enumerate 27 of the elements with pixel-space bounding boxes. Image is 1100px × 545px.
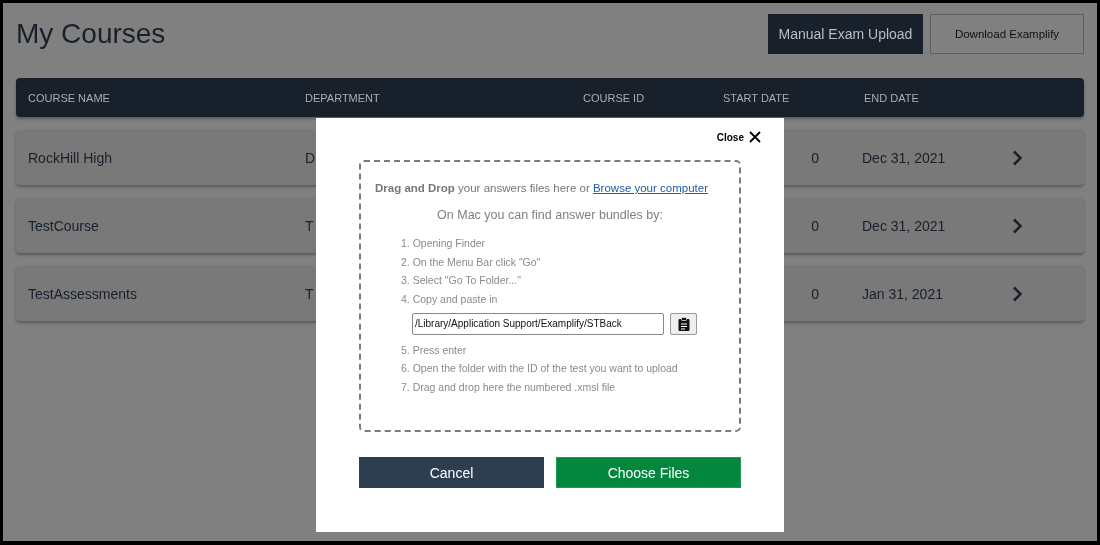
page-title: My Courses bbox=[16, 17, 166, 50]
step-text: 7. Drag and drop here the numbered .xmsl file bbox=[401, 379, 617, 395]
column-header: COURSE NAME bbox=[28, 91, 111, 104]
table-cell: 0 bbox=[811, 149, 819, 166]
drop-instructions: Drag and Drop your answers files here or Browse your computer bbox=[375, 182, 709, 194]
column-header: END DATE bbox=[864, 91, 920, 104]
step-text: 6. Open the folder with the ID of the test you want to upload bbox=[401, 361, 679, 376]
instructions-heading: On Mac you can find answer bundles by: bbox=[436, 208, 664, 222]
table-cell: Dec 31, 2021 bbox=[862, 149, 946, 166]
column-header: COURSE ID bbox=[583, 91, 646, 104]
table-cell: 0 bbox=[811, 285, 819, 302]
table-cell: D bbox=[305, 149, 316, 166]
column-header: DEPARTMENT bbox=[305, 91, 381, 104]
table-cell: TestCourse bbox=[28, 217, 99, 234]
step-text: 4. Copy and paste in bbox=[401, 291, 499, 307]
table-cell: Jan 31, 2021 bbox=[862, 285, 943, 302]
column-header: START DATE bbox=[723, 91, 791, 104]
table-cell: T bbox=[305, 285, 314, 302]
table-cell: 0 bbox=[811, 217, 819, 234]
step-text: 3. Select "Go To Folder..." bbox=[401, 273, 522, 288]
step-text: 1. Opening Finder bbox=[401, 236, 487, 251]
table-cell: T bbox=[305, 217, 314, 234]
table-cell: RockHill High bbox=[28, 149, 113, 166]
table-cell: TestAssessments bbox=[28, 285, 137, 302]
table-cell: Dec 31, 2021 bbox=[862, 217, 946, 234]
step-text: 5. Press enter bbox=[401, 342, 468, 358]
step-text: 2. On the Menu Bar click "Go" bbox=[401, 254, 542, 270]
